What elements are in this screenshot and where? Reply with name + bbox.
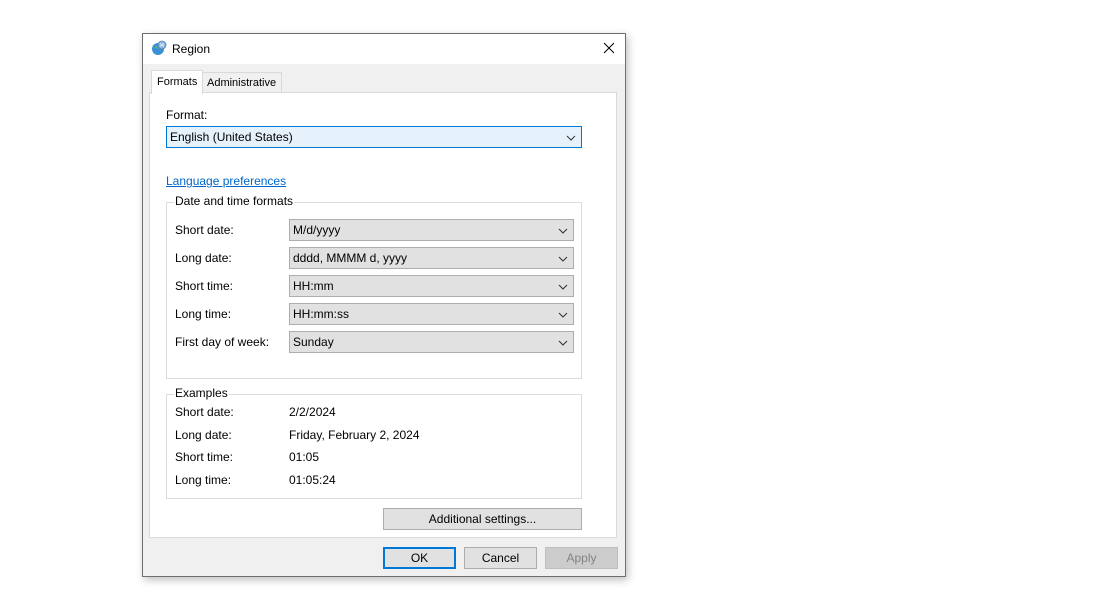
first-day-of-week-label: First day of week: (175, 335, 270, 349)
chevron-down-icon (558, 225, 568, 235)
example-long-time-value: 01:05:24 (289, 473, 336, 487)
region-dialog: Region Formats Administrative Format: En… (142, 33, 626, 577)
example-short-date-value: 2/2/2024 (289, 405, 336, 419)
window-title: Region (172, 42, 211, 56)
first-day-of-week-value: Sunday (293, 335, 334, 349)
long-time-dropdown[interactable]: HH:mm:ss (289, 303, 574, 325)
format-value: English (United States) (170, 130, 293, 144)
tab-formats[interactable]: Formats (151, 70, 204, 94)
close-button[interactable] (593, 34, 625, 64)
cancel-button[interactable]: Cancel (464, 547, 537, 569)
formats-panel: Format: English (United States) Language… (149, 92, 617, 538)
short-time-dropdown[interactable]: HH:mm (289, 275, 574, 297)
example-long-date-label: Long date: (175, 428, 232, 442)
long-date-value: dddd, MMMM d, yyyy (293, 251, 408, 265)
ok-button[interactable]: OK (383, 547, 456, 569)
format-dropdown[interactable]: English (United States) (166, 126, 582, 148)
chevron-down-icon (558, 337, 568, 347)
examples-group: Examples Short date: 2/2/2024 Long date:… (166, 386, 582, 499)
date-time-formats-group: Date and time formats Short date: M/d/yy… (166, 194, 582, 379)
globe-region-icon (151, 40, 167, 56)
title-bar: Region (143, 34, 625, 64)
example-short-date-label: Short date: (175, 405, 234, 419)
group-title: Examples (174, 386, 229, 400)
chevron-down-icon (558, 281, 568, 291)
chevron-down-icon (558, 253, 568, 263)
chevron-down-icon (566, 132, 576, 142)
first-day-of-week-dropdown[interactable]: Sunday (289, 331, 574, 353)
example-long-time-label: Long time: (175, 473, 232, 487)
long-date-dropdown[interactable]: dddd, MMMM d, yyyy (289, 247, 574, 269)
short-time-label: Short time: (175, 279, 234, 293)
short-date-value: M/d/yyyy (293, 223, 341, 237)
apply-button[interactable]: Apply (545, 547, 618, 569)
additional-settings-button[interactable]: Additional settings... (383, 508, 582, 530)
chevron-down-icon (558, 309, 568, 319)
long-time-value: HH:mm:ss (293, 307, 349, 321)
short-date-dropdown[interactable]: M/d/yyyy (289, 219, 574, 241)
format-label: Format: (166, 108, 208, 122)
example-long-date-value: Friday, February 2, 2024 (289, 428, 420, 442)
short-date-label: Short date: (175, 223, 234, 237)
long-time-label: Long time: (175, 307, 232, 321)
example-short-time-label: Short time: (175, 450, 234, 464)
short-time-value: HH:mm (293, 279, 334, 293)
tab-administrative[interactable]: Administrative (201, 72, 283, 92)
example-short-time-value: 01:05 (289, 450, 320, 464)
long-date-label: Long date: (175, 251, 232, 265)
language-preferences-link[interactable]: Language preferences (166, 174, 286, 188)
group-title: Date and time formats (174, 194, 295, 208)
close-icon (603, 42, 615, 57)
